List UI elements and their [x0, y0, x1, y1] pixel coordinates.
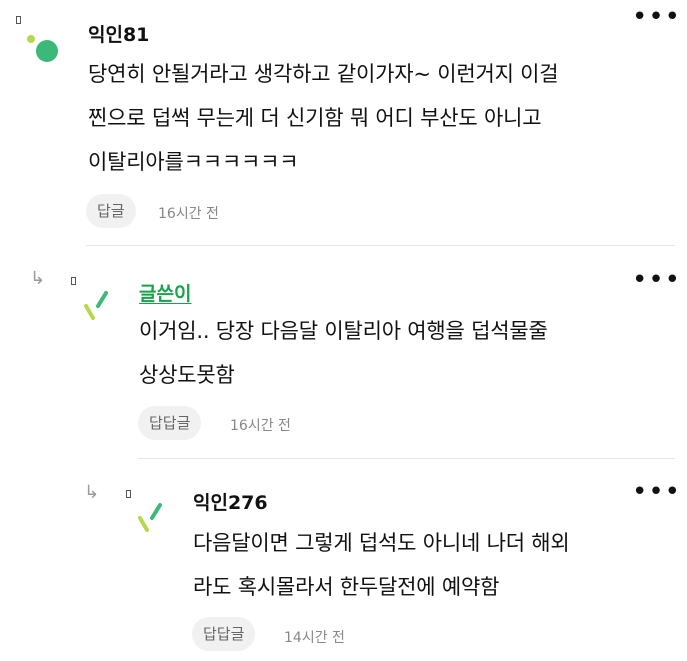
divider: [138, 458, 675, 459]
reply-button[interactable]: 답답글: [192, 617, 256, 651]
avatar: [84, 291, 108, 320]
comment-line: 다음달이면 그렇게 덥석도 아니네 나더 해외: [193, 531, 570, 555]
reply-arrow-icon: ↳: [84, 482, 100, 503]
reply-arrow-icon: ↳: [30, 268, 46, 289]
comment-line: 상상도못함: [139, 363, 235, 387]
more-options-icon[interactable]: •••: [632, 4, 681, 30]
avatar: [27, 35, 58, 62]
reply-button[interactable]: 답글: [86, 194, 136, 228]
divider: [86, 245, 675, 246]
more-options-icon[interactable]: •••: [632, 479, 681, 505]
comment-line: 찐으로 덥썩 무는게 더 신기함 뭐 어디 부산도 아니고: [88, 106, 542, 130]
timestamp: 14시간 전: [284, 630, 345, 646]
comment-line: 라도 혹시몰라서 한두달전에 예약함: [193, 575, 500, 599]
comment-line: 이탈리아를ㅋㅋㅋㅋㅋㅋ: [88, 150, 299, 174]
avatar: [138, 503, 162, 532]
comment-line: 당연히 안될거라고 생각하고 같이가자~ 이런거지 이걸: [88, 62, 559, 86]
author-nickname[interactable]: 글쓴이: [139, 279, 191, 306]
more-options-icon[interactable]: •••: [632, 267, 681, 293]
reply-button[interactable]: 답답글: [138, 406, 202, 440]
timestamp: 16시간 전: [158, 206, 219, 222]
image-placeholder-icon: [16, 16, 21, 24]
timestamp: 16시간 전: [230, 418, 291, 434]
comment-line: 이거임.. 당장 다음달 이탈리아 여행을 덥석물줄: [139, 319, 548, 343]
nickname[interactable]: 익인276: [193, 488, 268, 515]
nickname[interactable]: 익인81: [88, 20, 149, 47]
